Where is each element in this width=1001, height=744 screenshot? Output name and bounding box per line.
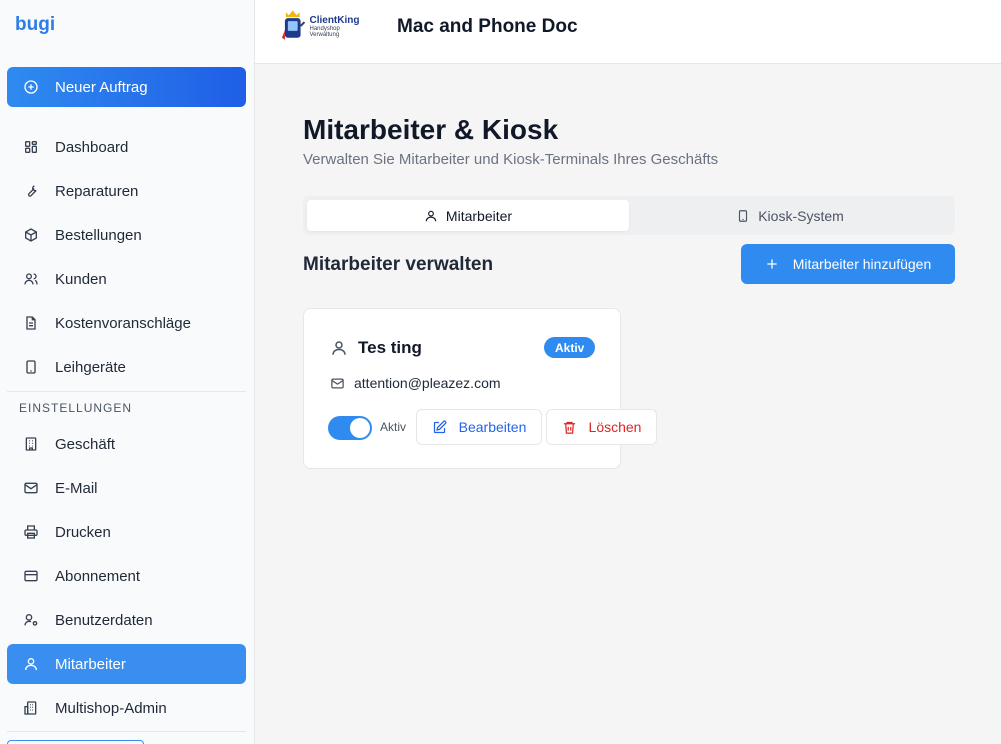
sidebar-item-dashboard[interactable]: Dashboard <box>7 127 246 167</box>
tablet-icon <box>736 209 750 223</box>
user-cog-icon <box>23 612 39 628</box>
printer-icon <box>23 524 39 540</box>
settings-section-label: EINSTELLUNGEN <box>19 401 133 415</box>
delete-button[interactable]: Löschen <box>546 409 657 445</box>
employee-name-text: Tes ting <box>358 338 422 357</box>
building-icon <box>23 436 39 452</box>
plus-icon <box>765 257 779 271</box>
sidebar-item-label: Abonnement <box>55 567 141 585</box>
sidebar-divider <box>7 391 246 392</box>
employee-email-text: attention@pleazez.com <box>354 375 501 391</box>
wrench-icon <box>23 183 39 199</box>
package-icon <box>23 227 39 243</box>
plus-circle-icon <box>23 79 39 95</box>
user-icon <box>330 339 348 357</box>
user-icon <box>23 656 39 672</box>
sidebar-item-email[interactable]: E-Mail <box>7 468 246 508</box>
tab-bar: Mitarbeiter Kiosk-System <box>303 196 955 235</box>
buildings-icon <box>23 700 39 716</box>
sidebar-item-bestellungen[interactable]: Bestellungen <box>7 215 246 255</box>
add-employee-button[interactable]: Mitarbeiter hinzufügen <box>741 244 955 284</box>
delete-label: Löschen <box>588 419 642 435</box>
sidebar-bottom-button[interactable] <box>7 740 144 744</box>
main-nav: Dashboard Reparaturen Bestellungen Kunde… <box>7 127 246 391</box>
user-icon <box>424 209 438 223</box>
sidebar-item-kostenvoranschlaege[interactable]: Kostenvoranschläge <box>7 303 246 343</box>
users-icon <box>23 271 39 287</box>
sidebar-item-label: Reparaturen <box>55 182 139 200</box>
new-order-button[interactable]: Neuer Auftrag <box>7 67 246 107</box>
employee-name: Tes ting <box>330 338 422 358</box>
toggle-label: Aktiv <box>380 420 407 434</box>
edit-icon <box>432 420 447 435</box>
sidebar-item-label: Leihgeräte <box>55 358 126 376</box>
sidebar-item-label: Mitarbeiter <box>55 655 126 673</box>
sidebar-item-label: E-Mail <box>55 479 98 497</box>
mail-icon <box>330 376 345 391</box>
sidebar-item-label: Multishop-Admin <box>55 699 167 717</box>
edit-label: Bearbeiten <box>458 419 527 435</box>
page-title: Mitarbeiter & Kiosk <box>303 114 559 145</box>
sidebar-item-label: Kostenvoranschläge <box>55 314 191 332</box>
employee-email: attention@pleazez.com <box>330 375 501 391</box>
top-header: ClientKing Handyshop Verwaltung Mac and … <box>255 0 1001 64</box>
sidebar-item-benutzerdaten[interactable]: Benutzerdaten <box>7 600 246 640</box>
brand-logo[interactable]: bugi <box>15 14 55 36</box>
sidebar: bugi Neuer Auftrag Dashboard Reparaturen… <box>0 0 255 744</box>
sidebar-item-leihgeraete[interactable]: Leihgeräte <box>7 347 246 387</box>
sidebar-item-label: Geschäft <box>55 435 116 453</box>
tab-label: Mitarbeiter <box>445 207 513 224</box>
shop-name: Mac and Phone Doc <box>397 16 578 37</box>
sidebar-item-label: Drucken <box>55 523 111 541</box>
section-title: Mitarbeiter verwalten <box>303 254 494 275</box>
clientking-logo[interactable]: ClientKing Handyshop Verwaltung <box>280 8 370 44</box>
toggle-knob <box>350 418 370 438</box>
active-toggle[interactable] <box>328 416 372 440</box>
tablet-icon <box>23 359 39 375</box>
sidebar-item-geschaeft[interactable]: Geschäft <box>7 424 246 464</box>
sidebar-item-label: Kunden <box>55 270 107 288</box>
logo-title: ClientKing <box>309 14 360 26</box>
sidebar-item-reparaturen[interactable]: Reparaturen <box>7 171 246 211</box>
trash-icon <box>562 420 577 435</box>
mail-icon <box>23 480 39 496</box>
credit-card-icon <box>23 568 39 584</box>
tab-mitarbeiter[interactable]: Mitarbeiter <box>307 200 629 231</box>
new-order-label: Neuer Auftrag <box>55 78 148 96</box>
sidebar-item-label: Dashboard <box>55 138 129 156</box>
tab-label: Kiosk-System <box>758 207 844 224</box>
sidebar-item-label: Benutzerdaten <box>55 611 153 629</box>
dashboard-icon <box>23 139 39 155</box>
sidebar-item-label: Bestellungen <box>55 226 142 244</box>
document-icon <box>23 315 39 331</box>
tab-kiosk-system[interactable]: Kiosk-System <box>629 200 951 231</box>
status-badge: Aktiv <box>544 337 596 358</box>
sidebar-item-mitarbeiter[interactable]: Mitarbeiter <box>7 644 246 684</box>
employee-card: Tes ting Aktiv attention@pleazez.com Akt… <box>303 308 657 469</box>
king-mascot-icon <box>280 8 306 44</box>
logo-subtitle: Handyshop Verwaltung <box>309 25 340 38</box>
sidebar-item-multishop-admin[interactable]: Multishop-Admin <box>7 688 246 728</box>
sidebar-item-drucken[interactable]: Drucken <box>7 512 246 552</box>
sidebar-divider <box>7 731 246 732</box>
edit-button[interactable]: Bearbeiten <box>416 409 542 445</box>
add-employee-label: Mitarbeiter hinzufügen <box>792 256 932 272</box>
page-subtitle: Verwalten Sie Mitarbeiter und Kiosk-Term… <box>303 151 719 168</box>
sidebar-item-kunden[interactable]: Kunden <box>7 259 246 299</box>
sidebar-item-abonnement[interactable]: Abonnement <box>7 556 246 596</box>
settings-nav: Geschäft E-Mail Drucken Abonnement Benut… <box>7 424 246 732</box>
